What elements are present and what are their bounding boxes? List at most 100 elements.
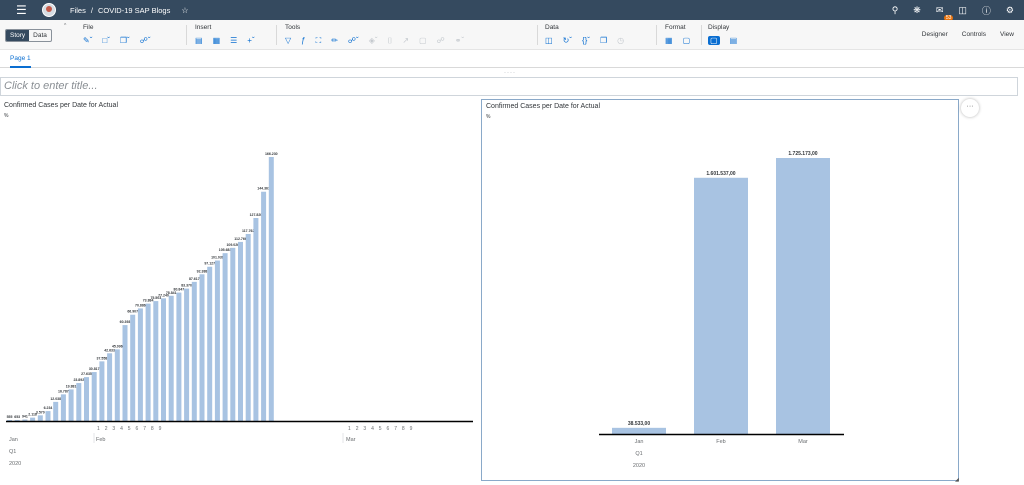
chart-bar [107, 353, 113, 421]
data-label: 80.847 [174, 288, 185, 292]
story-toolbar: Story Data ˆ File ✎ˇ □ˇ ❐ˇ ☍ˇ Insert ▤ ▦… [0, 20, 1024, 50]
insert-filter-icon[interactable]: ☰ [230, 36, 237, 45]
tick-label: 5 [128, 426, 131, 432]
data-label: 19.881 [66, 384, 77, 388]
data-label: 941 [22, 415, 28, 419]
data-label: 60.393 [120, 320, 131, 324]
lightbulb-icon[interactable]: ❋ [913, 5, 921, 16]
copy-icon[interactable]: ❐ˇ [120, 36, 130, 45]
data-label: 127.820 [250, 213, 263, 217]
tick-label: 6 [136, 426, 139, 432]
notifications-icon[interactable]: ✉ 53 [936, 5, 954, 21]
file-group: File ✎ˇ □ˇ ❐ˇ ☍ˇ [83, 24, 150, 45]
mode-story-button[interactable]: Story [6, 30, 30, 41]
data-label: 3.570 [36, 410, 45, 414]
data-label: 101.039 [211, 256, 224, 260]
insert-chart-icon[interactable]: ▤ [195, 36, 203, 45]
resize-handle-icon[interactable]: ◢ [955, 477, 959, 483]
data-label: 66.907 [127, 310, 138, 314]
pin-icon: ⌷ [387, 36, 393, 45]
tick-label: 1 [97, 426, 100, 432]
chart-bar [261, 191, 267, 421]
chart-bar [253, 218, 259, 421]
insert-group: Insert ▤ ▦ ☰ +ˇ [195, 24, 255, 45]
pencil-icon[interactable]: ✏ [331, 36, 338, 46]
format-grid-icon[interactable]: ▦ [665, 36, 673, 45]
copy-data-icon[interactable]: ❐ [600, 36, 607, 45]
breadcrumb-separator: / [90, 5, 93, 15]
avatar[interactable] [42, 3, 56, 17]
discussions-icon[interactable]: ◫ [958, 5, 967, 16]
clock-icon: ◷ [617, 36, 625, 45]
comment-icon: ▢ [419, 36, 427, 45]
favorite-star-icon[interactable]: ☆ [181, 6, 188, 15]
year-label: 2020 [633, 463, 645, 469]
tick-label: 3 [363, 426, 366, 432]
edit-icon[interactable]: ✎ˇ [83, 36, 92, 45]
tab-page-1[interactable]: Page 1 [10, 55, 31, 68]
data-label: 16.787 [58, 389, 69, 393]
help-icon[interactable]: ⓘ [982, 4, 991, 17]
insert-table-icon[interactable]: ▦ [213, 36, 221, 45]
chart-tile-monthly[interactable]: Confirmed Cases per Date for Actual % 38… [481, 99, 959, 481]
collapse-toolbar-icon[interactable]: ˆ [64, 24, 66, 31]
view-button[interactable]: View [1000, 31, 1014, 38]
chart-bar [199, 274, 205, 421]
chart-bar [776, 158, 830, 434]
more-options-button[interactable]: ··· [961, 99, 979, 117]
insert-add-icon[interactable]: +ˇ [247, 36, 254, 45]
controls-button[interactable]: Controls [962, 31, 986, 38]
monthly-bar-chart: 38.533,00 Jan 1.601.537,00 Feb 1.725.173,00 M… [599, 151, 844, 469]
format-group-label: Format [665, 24, 686, 31]
tag-icon: ☍ [436, 36, 445, 45]
page-tabs: Page 1 [0, 50, 1024, 68]
chart-bar [53, 401, 59, 421]
data-label: 6.234 [44, 406, 53, 410]
chart-bar [176, 292, 182, 421]
chart-bar [191, 281, 197, 421]
data-label: 117.762 [242, 229, 255, 233]
chart-bar [168, 295, 174, 421]
daily-bar-chart: 555 653 941 2.1183.5706.23412.03816.78719.8… [6, 152, 473, 467]
settings-icon[interactable]: ⚙ [1006, 5, 1014, 16]
data-label: 1.601.537,00 [706, 171, 735, 177]
hamburger-icon[interactable]: ☰ [16, 3, 32, 17]
data-label: 83.370 [181, 284, 192, 288]
data-group: Data ◫ ↻ˇ {}ˇ ❐ ◷ [545, 24, 624, 45]
variables-icon[interactable]: {}ˇ [582, 36, 590, 45]
fullscreen-icon[interactable]: ⛶ [316, 36, 322, 46]
insert-group-label: Insert [195, 24, 212, 31]
chart-bar [91, 372, 97, 421]
data-label: 105.683 [219, 248, 232, 252]
save-icon[interactable]: □ˇ [102, 36, 110, 45]
tick-label: 8 [151, 426, 154, 432]
mode-data-button[interactable]: Data [29, 30, 51, 41]
chart-bar [122, 325, 128, 421]
breadcrumb-files[interactable]: Files [70, 6, 86, 15]
data-label: 653 [14, 415, 20, 419]
formula-icon[interactable]: ƒ [301, 36, 305, 46]
format-comment-icon[interactable]: ▢ [683, 36, 691, 45]
display-panel-icon[interactable]: ▤ [730, 36, 738, 45]
data-label: 23.892 [73, 378, 84, 382]
tick-label: 3 [112, 426, 115, 432]
data-label: 144.361 [257, 187, 270, 191]
share-icon[interactable]: ☍ˇ [140, 36, 151, 45]
chart-bar [238, 241, 243, 421]
display-group: Display ▢ ▤ [708, 24, 737, 45]
linked-analysis-icon[interactable]: ☍ˇ [348, 36, 359, 46]
title-placeholder[interactable]: Click to enter title... [4, 80, 98, 92]
designer-button[interactable]: Designer [922, 31, 948, 38]
category-label: Jan [635, 439, 644, 445]
chart-tile-daily[interactable]: Confirmed Cases per Date for Actual % 55… [0, 99, 478, 481]
data-label: 92.388 [197, 269, 208, 273]
data-source-icon[interactable]: ◫ [545, 36, 553, 45]
display-comment-icon[interactable]: ▢ [708, 36, 720, 45]
drag-handle[interactable]: ···· [504, 70, 516, 76]
refresh-icon[interactable]: ↻ˇ [563, 36, 572, 45]
format-group: Format ▦ ▢ [665, 24, 690, 45]
story-title-field[interactable]: Click to enter title... [0, 77, 1018, 96]
search-icon[interactable]: ⚲ [892, 5, 899, 16]
tick-label: 9 [159, 426, 162, 432]
filter-icon[interactable]: ▽ [285, 36, 291, 46]
